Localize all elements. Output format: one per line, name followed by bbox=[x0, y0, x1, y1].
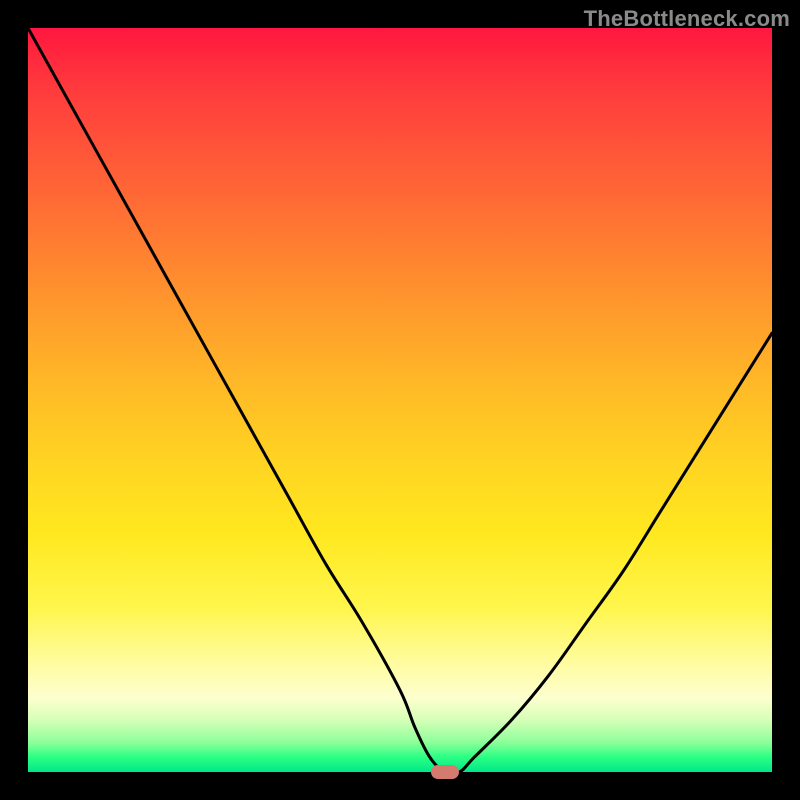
chart-plot-area bbox=[28, 28, 772, 772]
optimum-marker bbox=[431, 765, 459, 779]
bottleneck-curve bbox=[28, 28, 772, 774]
chart-svg bbox=[28, 28, 772, 772]
chart-frame: TheBottleneck.com bbox=[0, 0, 800, 800]
